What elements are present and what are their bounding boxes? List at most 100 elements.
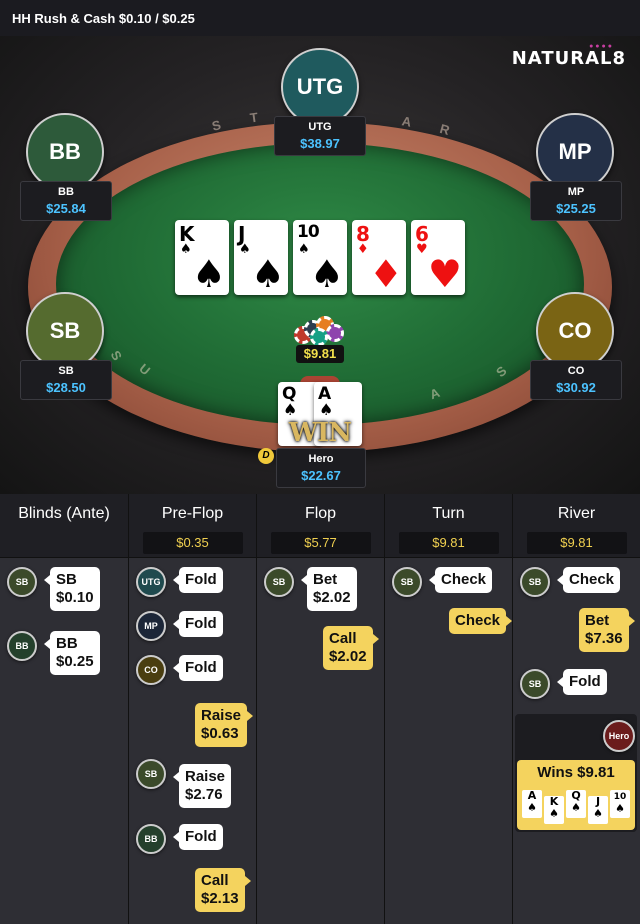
rail-letter: S [210,117,223,134]
board-card-3: 10 ♠ ♠ [293,220,347,295]
seat-mp-position: MP [558,139,592,164]
street-title: Flop [304,505,337,522]
position-badge: SB [264,567,294,597]
spade-icon: ♠ [593,807,603,820]
hero-badge: Hero [603,720,635,752]
spade-icon: ♠ [571,801,581,814]
seat-co[interactable]: CO [536,292,614,370]
street-header: Pre-Flop $0.35 [129,494,256,558]
seat-utg[interactable]: UTG [281,48,359,126]
seat-mp[interactable]: MP [536,113,614,191]
action-bubble: Fold [173,611,223,637]
seat-utg-plate: UTG $38.97 [274,116,366,156]
rail-letter: R [438,120,452,139]
position-badge: BB [136,824,166,854]
action-bubble: Raise $2.76 [172,764,232,808]
heart-icon: ♥ [416,242,428,257]
result-panel: Hero Wins $9.81 A ♠ K ♠ Q ♠ J ♠ 10 ♠ [515,714,637,832]
board-card-4: 8 ♦ ♦ [352,220,406,295]
position-badge: SB [520,567,550,597]
board-card-5: 6 ♥ ♥ [411,220,465,295]
action-amount: $7.36 [585,630,623,647]
spade-icon: ♠ [250,252,285,296]
seat-mp-plate: MP $25.25 [530,181,622,221]
action-label: BB [56,635,78,652]
hand-header: HH Rush & Cash $0.10 / $0.25 [0,0,640,36]
seat-utg-stack: $38.97 [300,136,340,151]
action-bubble: BB $0.25 [44,631,100,675]
action-bubble: Check [556,567,621,593]
action-amount: $2.76 [185,786,223,803]
seat-bb-position: BB [49,139,81,164]
board-card-1: K ♠ ♠ [175,220,229,295]
action-bubble: Fold [173,567,223,593]
result-card: Q ♠ [566,790,586,818]
brand-logo: NATURAL8 [511,48,626,69]
position-badge: SB [392,567,422,597]
hand-history-screen: HH Rush & Cash $0.10 / $0.25 ●●●● NATURA… [0,0,640,924]
hero-action-bubble: Call $2.02 [323,626,379,670]
action-bubble: Check [428,567,493,593]
seat-hero-name: Hero [308,453,334,465]
action-label: Check [455,612,501,629]
seat-sb-name: SB [58,365,74,377]
seat-co-stack: $30.92 [556,380,596,395]
seat-mp-stack: $25.25 [556,201,596,216]
action-bubble: Fold [173,655,223,681]
pot-chips-icon [290,316,350,346]
result-card: K ♠ [544,796,564,824]
position-badge: SB [520,669,550,699]
street-column-turn: Turn $9.81 SB Check Check [384,494,513,924]
action-label: Check [441,571,487,588]
seat-bb-name: BB [58,186,74,198]
pot-amount: $9.81 [296,345,344,363]
spade-icon: ♠ [319,400,334,419]
board-card-2: J ♠ ♠ [234,220,288,295]
action-label: SB [56,571,77,588]
seat-sb-position: SB [49,318,81,343]
seat-sb[interactable]: SB [26,292,104,370]
action-label: Call [329,630,357,647]
seat-co-position: CO [558,318,592,343]
street-column-preflop: Pre-Flop $0.35 UTG Fold MP Fold CO Fold … [128,494,256,924]
street-title: Blinds (Ante) [18,505,110,522]
hero-action-bubble: Call $2.13 [195,868,251,912]
game-label: Rush & Cash $0.10 / $0.25 [34,11,195,26]
action-bubble: Fold [557,669,607,695]
result-text: Wins $9.81 [537,764,615,781]
seat-bb-stack: $25.84 [46,201,86,216]
action-amount: $2.13 [201,890,239,907]
seat-sb-plate: SB $28.50 [20,360,112,400]
action-label: Call [201,872,229,889]
seat-bb-plate: BB $25.84 [20,181,112,221]
spade-icon: ♠ [549,807,559,820]
heart-icon: ♥ [427,252,462,296]
diamond-icon: ♦ [357,242,369,257]
action-label: Check [569,571,615,588]
action-amount: $0.63 [201,725,239,742]
action-label: Fold [185,615,217,632]
hero-action-bubble: Raise $0.63 [195,703,254,747]
street-column-blinds: Blinds (Ante) SB SB $0.10 BB BB $0.25 [0,494,128,924]
street-header: Turn $9.81 [385,494,512,558]
spade-icon: ♠ [527,801,537,814]
card-rank: 10 [297,222,320,242]
spade-icon: ♠ [283,400,298,419]
position-badge: UTG [136,567,166,597]
position-badge: SB [136,759,166,789]
dealer-button-icon: D [258,448,274,464]
action-amount: $0.10 [56,589,94,606]
spade-icon: ♠ [615,802,625,815]
result-box: Wins $9.81 A ♠ K ♠ Q ♠ J ♠ 10 ♠ [517,760,635,830]
rail-letter: T [248,109,259,126]
seat-sb-stack: $28.50 [46,380,86,395]
street-title: Turn [432,505,465,522]
result-card: 10 ♠ [610,790,630,818]
seat-bb[interactable]: BB [26,113,104,191]
seat-co-name: CO [567,365,585,377]
hero-action-bubble: Check [449,608,513,634]
street-title: Pre-Flop [161,505,224,522]
action-amount: $0.25 [56,653,94,670]
hero-action-bubble: Bet $7.36 [579,608,635,652]
street-header: Blinds (Ante) [0,494,128,558]
